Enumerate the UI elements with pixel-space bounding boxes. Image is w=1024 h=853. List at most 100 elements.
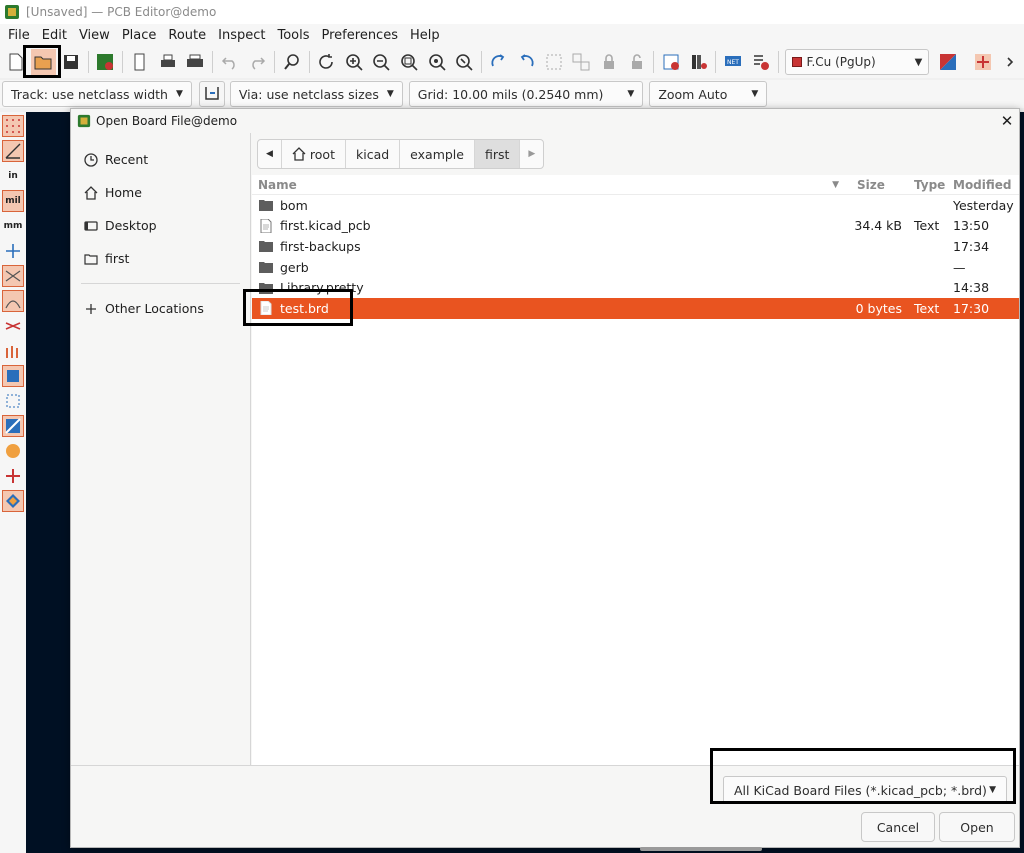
breadcrumb-back-button[interactable]: ◀ [258,140,282,168]
menu-edit[interactable]: Edit [36,28,73,43]
auto-track-width-button[interactable] [198,81,225,107]
file-row[interactable]: bom Yesterday [252,195,1019,216]
save-button[interactable] [58,49,84,75]
rotate-ccw-button[interactable] [486,49,512,75]
pad-display-button[interactable] [2,340,24,362]
breadcrumb-root[interactable]: root [282,140,346,168]
undo-button[interactable] [217,49,243,75]
net-color-button[interactable] [2,465,24,487]
track-width-value: Track: use netclass width [11,86,168,102]
file-row[interactable]: gerb — [252,257,1019,278]
lock-button[interactable] [596,49,622,75]
find-button[interactable] [279,49,305,75]
layer-select[interactable]: F.Cu (PgUp) ▼ [785,49,930,75]
horizontal-scrollbar[interactable] [640,847,762,851]
board-setup-button[interactable] [93,49,119,75]
cursor-shape-button[interactable] [2,240,24,262]
chevron-right-icon: ▶ [528,149,536,159]
group-icon [546,54,562,70]
units-mm-button[interactable]: mm [2,215,24,237]
file-row[interactable]: first.kicad_pcb 34.4 kB Text 13:50 [252,216,1019,237]
zoom-select[interactable]: Zoom Auto ▼ [649,81,768,107]
zoom-in-button[interactable] [341,49,367,75]
page-settings-button[interactable] [127,49,153,75]
print-button[interactable] [155,49,181,75]
place-home[interactable]: Home [71,176,250,209]
drc-button[interactable] [748,49,774,75]
grid-select[interactable]: Grid: 10.00 mils (0.2540 mm) ▼ [408,81,644,107]
curved-ratsnest-button[interactable] [2,290,24,312]
footprint-browser-button[interactable] [686,49,712,75]
cancel-button[interactable]: Cancel [861,812,935,842]
menu-file[interactable]: File [2,28,36,43]
net-highlight-button[interactable] [2,440,24,462]
refresh-button[interactable] [314,49,340,75]
update-from-schematic-button[interactable]: NET [720,49,746,75]
scripting-button[interactable] [970,49,996,75]
unlock-button[interactable] [624,49,650,75]
file-modified: 13:50 [953,218,990,234]
column-type-header[interactable]: Type [906,178,949,192]
layer-pair-button[interactable] [935,49,961,75]
outline-display-button[interactable] [2,390,24,412]
file-size: 0 bytes [855,300,902,316]
text-file-icon [258,218,274,234]
desktop-icon [83,218,99,234]
file-list[interactable]: Name ▼ Size Type Modified bom Yesterday … [252,175,1019,765]
plot-button[interactable] [182,49,208,75]
units-mils-label: mil [5,196,21,206]
polar-coords-button[interactable] [2,140,24,162]
menu-route[interactable]: Route [162,28,212,43]
place-desktop-label: Desktop [105,218,157,233]
via-display-button[interactable] [2,365,24,387]
place-desktop[interactable]: Desktop [71,209,250,242]
appearance-button[interactable] [2,490,24,512]
place-other-locations[interactable]: Other Locations [71,292,250,325]
redo-button[interactable] [244,49,270,75]
breadcrumb-kicad-label: kicad [355,146,390,162]
footprint-editor-button[interactable] [658,49,684,75]
zoom-objects-button[interactable] [424,49,450,75]
menu-view[interactable]: View [73,28,116,43]
more-toolbar-button[interactable] [997,49,1023,75]
menu-inspect[interactable]: Inspect [212,28,271,43]
breadcrumb-kicad[interactable]: kicad [346,140,401,168]
via-size-select[interactable]: Via: use netclass sizes ▼ [229,81,403,107]
ungroup-button[interactable] [569,49,595,75]
zone-fill-display-button[interactable] [2,315,24,337]
place-first[interactable]: first [71,242,250,275]
toolbar-separator [480,51,482,73]
menu-help[interactable]: Help [404,28,446,43]
breadcrumb-forward-button[interactable]: ▶ [520,140,543,168]
file-row-selected[interactable]: test.brd 0 bytes Text 17:30 [252,297,1019,319]
rotate-cw-button[interactable] [513,49,539,75]
plotter-icon [187,54,204,67]
file-row[interactable]: Library.pretty 14:38 [252,277,1019,298]
zoom-selection-button[interactable] [451,49,477,75]
high-contrast-button[interactable] [2,415,24,437]
units-inches-button[interactable]: in [2,165,24,187]
column-name-label: Name [258,177,297,192]
column-size-header[interactable]: Size [849,178,906,192]
column-name-header[interactable]: Name ▼ [252,178,849,192]
open-button[interactable]: Open [939,812,1015,842]
menu-preferences[interactable]: Preferences [316,28,404,43]
file-row[interactable]: first-backups 17:34 [252,236,1019,257]
scripting-icon [974,54,991,70]
group-button[interactable] [541,49,567,75]
drc-check-icon [753,55,769,70]
zoom-out-button[interactable] [369,49,395,75]
menu-place[interactable]: Place [116,28,163,43]
units-mils-button[interactable]: mil [2,190,24,212]
breadcrumb-example[interactable]: example [400,140,475,168]
zoom-fit-button[interactable] [396,49,422,75]
breadcrumb-first[interactable]: first [474,140,521,168]
column-type-label: Type [914,177,946,192]
column-modified-header[interactable]: Modified [949,178,1019,192]
grid-toggle-button[interactable] [2,115,24,137]
track-width-select[interactable]: Track: use netclass width ▼ [2,81,192,107]
place-recent[interactable]: Recent [71,143,250,176]
menu-tools[interactable]: Tools [271,28,315,43]
ratsnest-button[interactable] [2,265,24,287]
close-icon[interactable]: ✕ [995,112,1019,130]
